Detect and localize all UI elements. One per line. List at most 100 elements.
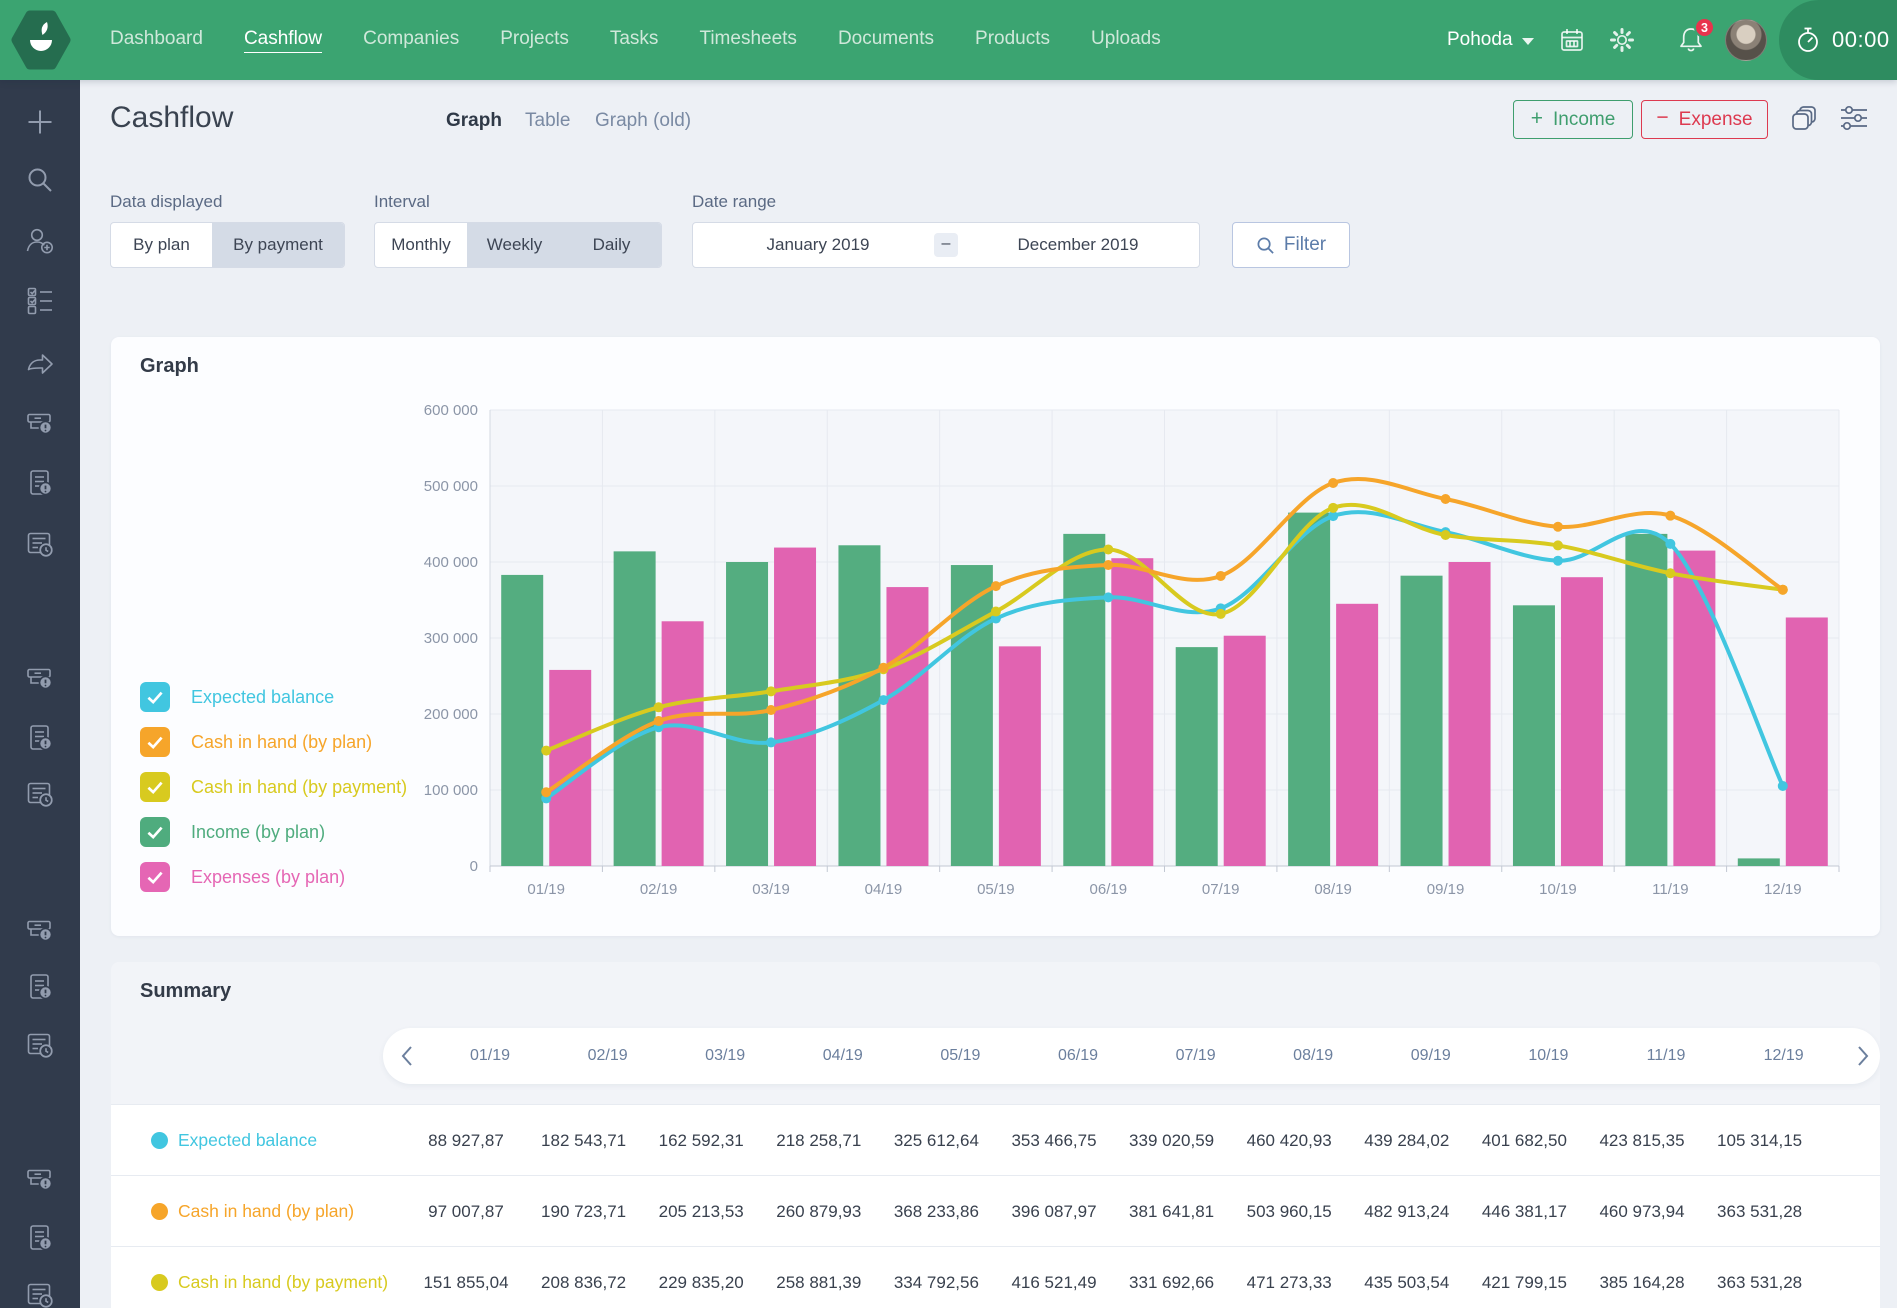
- summary-month-11-19: 11/19: [1647, 1028, 1686, 1084]
- row-value: 97 007,87: [428, 1176, 504, 1247]
- invoice-alert-icon[interactable]: [24, 467, 56, 499]
- cash-alert-icon[interactable]: [24, 1162, 56, 1194]
- nav-item-documents[interactable]: Documents: [838, 28, 934, 52]
- row-value: 229 835,20: [659, 1247, 744, 1308]
- nav-item-projects[interactable]: Projects: [500, 28, 569, 52]
- date-range-separator: –: [934, 233, 958, 257]
- page-title: Cashflow: [110, 101, 233, 135]
- document-clock-icon[interactable]: [24, 1029, 56, 1061]
- date-from-input[interactable]: January 2019: [723, 223, 913, 267]
- summary-month-03-19: 03/19: [705, 1028, 745, 1084]
- svg-text:300 000: 300 000: [424, 630, 478, 647]
- workspace-switcher[interactable]: Pohoda: [1447, 0, 1534, 80]
- svg-text:11/19: 11/19: [1652, 881, 1688, 898]
- document-clock-icon[interactable]: [24, 528, 56, 560]
- forward-check-icon[interactable]: [24, 345, 56, 377]
- cash-alert-icon[interactable]: [24, 661, 56, 693]
- svg-text:500 000: 500 000: [424, 478, 478, 495]
- plus-icon[interactable]: [24, 106, 56, 138]
- copy-stack-icon[interactable]: [1788, 102, 1820, 134]
- user-avatar[interactable]: [1725, 19, 1767, 61]
- row-value: 363 531,28: [1717, 1247, 1802, 1308]
- add-expense-button[interactable]: − Expense: [1641, 100, 1768, 139]
- row-value: 331 692,66: [1129, 1247, 1214, 1308]
- nav-item-timesheets[interactable]: Timesheets: [699, 28, 797, 52]
- document-clock-icon[interactable]: [24, 1279, 56, 1308]
- row-label[interactable]: Cash in hand (by payment): [178, 1247, 388, 1308]
- row-value: 258 881,39: [776, 1247, 861, 1308]
- invoice-alert-icon[interactable]: [24, 722, 56, 754]
- tab-table[interactable]: Table: [525, 110, 570, 132]
- display-settings-icon[interactable]: [1838, 102, 1870, 134]
- row-value: 471 273,33: [1247, 1247, 1332, 1308]
- svg-text:12/19: 12/19: [1764, 881, 1802, 898]
- nav-item-products[interactable]: Products: [975, 28, 1050, 52]
- cash-alert-icon[interactable]: [24, 913, 56, 945]
- option-by-payment[interactable]: By payment: [212, 223, 344, 267]
- time-tracker[interactable]: 00:00: [1779, 0, 1897, 80]
- invoice-alert-icon[interactable]: [24, 1222, 56, 1254]
- months-prev-button[interactable]: [399, 1044, 415, 1068]
- row-value: 416 521,49: [1011, 1247, 1096, 1308]
- months-next-button[interactable]: [1855, 1044, 1871, 1068]
- row-value: 353 466,75: [1011, 1105, 1096, 1176]
- search-icon[interactable]: [24, 164, 56, 196]
- row-label[interactable]: Cash in hand (by plan): [178, 1176, 354, 1247]
- graph-card: Graph Expected balanceCash in hand (by p…: [111, 337, 1880, 936]
- tab-graph-old[interactable]: Graph (old): [595, 110, 691, 132]
- filter-button[interactable]: Filter: [1232, 222, 1350, 268]
- checklist-icon[interactable]: [24, 284, 56, 316]
- notification-badge: 3: [1694, 17, 1715, 38]
- row-value: 396 087,97: [1011, 1176, 1096, 1247]
- summary-month-06-19: 06/19: [1058, 1028, 1098, 1084]
- person-add-icon[interactable]: [24, 225, 56, 257]
- data-displayed-label: Data displayed: [110, 192, 222, 212]
- date-range-picker: January 2019 – December 2019: [692, 222, 1200, 268]
- svg-text:05/19: 05/19: [977, 881, 1015, 898]
- add-income-button[interactable]: + Income: [1513, 100, 1633, 139]
- row-value: 482 913,24: [1364, 1176, 1449, 1247]
- notifications-bell[interactable]: 3: [1676, 25, 1706, 55]
- nav-menu: Dashboard Cashflow Companies Projects Tasks T…: [110, 0, 1161, 80]
- svg-text:01/19: 01/19: [527, 881, 565, 898]
- option-daily[interactable]: Daily: [562, 223, 661, 267]
- tab-graph[interactable]: Graph: [446, 110, 502, 132]
- summary-row-expected-balance: Expected balance88 927,87182 543,71162 5…: [111, 1104, 1880, 1175]
- interval-label: Interval: [374, 192, 430, 212]
- gear-icon[interactable]: [1608, 26, 1636, 54]
- svg-text:06/19: 06/19: [1090, 881, 1128, 898]
- app-logo[interactable]: [9, 8, 73, 72]
- nav-item-dashboard[interactable]: Dashboard: [110, 28, 203, 52]
- row-value: 460 420,93: [1247, 1105, 1332, 1176]
- option-monthly[interactable]: Monthly: [375, 223, 467, 267]
- nav-item-cashflow[interactable]: Cashflow: [244, 28, 322, 53]
- svg-text:100 000: 100 000: [424, 782, 478, 799]
- svg-text:02/19: 02/19: [640, 881, 678, 898]
- date-to-input[interactable]: December 2019: [983, 223, 1173, 267]
- summary-month-09-19: 09/19: [1411, 1028, 1451, 1084]
- option-by-plan[interactable]: By plan: [111, 223, 212, 267]
- svg-text:10/19: 10/19: [1539, 881, 1577, 898]
- row-value: 368 233,86: [894, 1176, 979, 1247]
- option-weekly[interactable]: Weekly: [467, 223, 562, 267]
- calendar-icon[interactable]: [1558, 26, 1586, 54]
- nav-item-tasks[interactable]: Tasks: [610, 28, 659, 52]
- workspace-name: Pohoda: [1447, 29, 1513, 51]
- stopwatch-icon: [1793, 25, 1823, 55]
- svg-text:07/19: 07/19: [1202, 881, 1240, 898]
- row-value: 182 543,71: [541, 1105, 626, 1176]
- cash-alert-icon[interactable]: [24, 406, 56, 438]
- summary-month-02-19: 02/19: [588, 1028, 628, 1084]
- svg-text:09/19: 09/19: [1427, 881, 1465, 898]
- row-bullet: [151, 1203, 168, 1220]
- row-value: 205 213,53: [659, 1176, 744, 1247]
- nav-item-uploads[interactable]: Uploads: [1091, 28, 1161, 52]
- invoice-alert-icon[interactable]: [24, 971, 56, 1003]
- summary-card-title: Summary: [140, 980, 231, 1003]
- nav-item-companies[interactable]: Companies: [363, 28, 459, 52]
- row-value: 381 641,81: [1129, 1176, 1214, 1247]
- summary-month-07-19: 07/19: [1176, 1028, 1216, 1084]
- row-label[interactable]: Expected balance: [178, 1105, 317, 1176]
- row-value: 385 164,28: [1599, 1247, 1684, 1308]
- document-clock-icon[interactable]: [24, 778, 56, 810]
